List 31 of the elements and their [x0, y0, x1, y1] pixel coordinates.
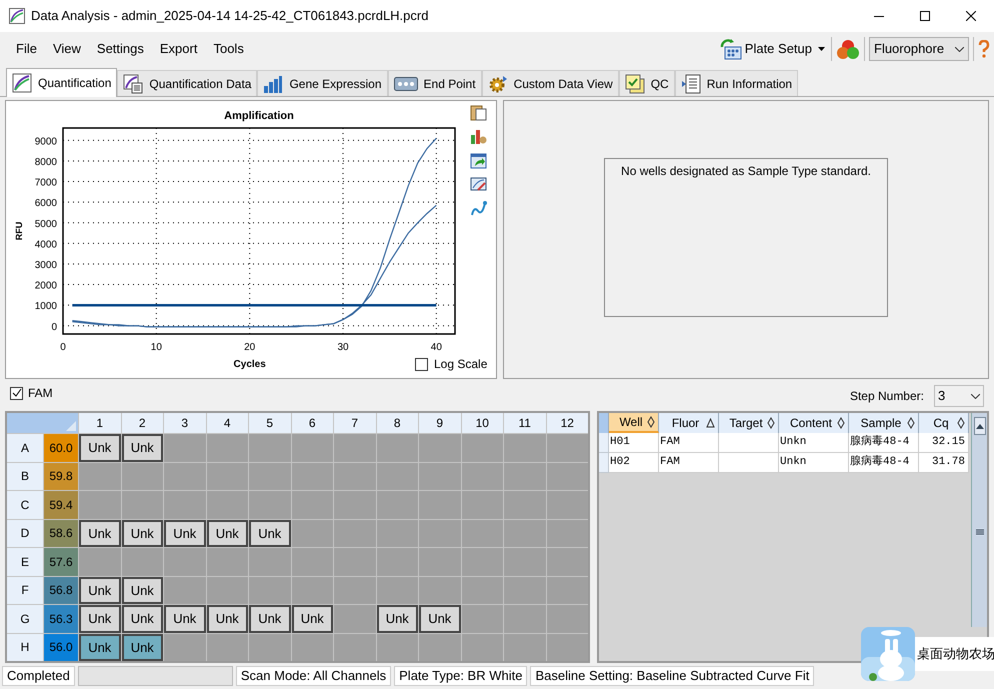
temperature-cell: 56.0 [44, 634, 78, 661]
plate-type-text: Plate Type: BR White [394, 666, 528, 686]
table-cell: FAM [659, 453, 719, 473]
y-axis: 0 1000 2000 3000 4000 5000 6000 7000 8000 9000 [34, 136, 57, 333]
temperature-cell: 60.0 [44, 434, 78, 462]
pet-label-popup: 桌面动物农场 [915, 637, 994, 671]
table-cell: 32.15 [919, 433, 969, 453]
temperature-cell: 56.8 [44, 576, 78, 604]
table-cell: 31.78 [919, 453, 969, 473]
scan-mode-text: Scan Mode: All Channels [236, 666, 392, 686]
table-cell: H01 [609, 433, 659, 453]
table-cell: 腺病毒48-4 [849, 433, 919, 453]
window-title: Data Analysis - admin_2025-04-14 14-25-42_CT061843.pcrdLH.pcrd [31, 7, 428, 26]
temperature-cell: 59.8 [44, 462, 78, 490]
table-cell: H02 [609, 453, 659, 473]
chart-title: Amplification [224, 110, 294, 122]
message-box: No wells designated as Sample Type standard. [604, 158, 888, 317]
table-cell: FAM [659, 433, 719, 453]
y-axis-label: RFU [14, 222, 24, 240]
baseline-setting-text: Baseline Setting: Baseline Subtracted Curve Fit [530, 666, 814, 686]
temperature-cell: 58.6 [44, 520, 78, 547]
status-text: Completed [2, 666, 75, 686]
temperature-cell: 57.6 [44, 548, 78, 576]
step-number-label: Step Number: [850, 388, 924, 405]
x-axis-label: Cycles [234, 359, 266, 370]
table-cell: 腺病毒48-4 [849, 453, 919, 473]
table-cell: Unkn [779, 453, 849, 473]
temperature-cell: 59.4 [44, 491, 78, 518]
temperature-cell: 56.3 [44, 605, 78, 632]
table-cell: Unkn [779, 433, 849, 453]
x-axis: 0 10 20 30 40 [60, 342, 442, 353]
